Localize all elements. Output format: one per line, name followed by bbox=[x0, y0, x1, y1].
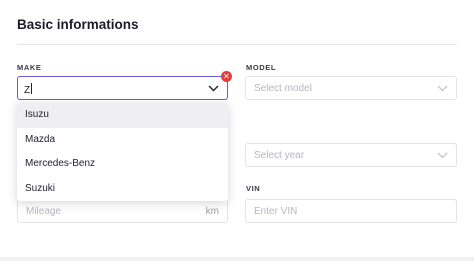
mileage-placeholder: Mileage bbox=[26, 206, 62, 217]
model-select[interactable]: Select model bbox=[245, 76, 457, 100]
clear-icon[interactable]: ✕ bbox=[221, 71, 232, 82]
year-placeholder: Select year bbox=[254, 150, 305, 161]
chevron-down-icon[interactable] bbox=[437, 85, 448, 92]
make-select[interactable]: Z bbox=[17, 76, 228, 100]
vin-label: VIN bbox=[246, 184, 261, 193]
make-option-isuzu[interactable]: Isuzu bbox=[17, 103, 228, 128]
bottom-bar bbox=[0, 257, 474, 261]
make-dropdown-menu: Isuzu Mazda Mercedes-Benz Suzuki bbox=[17, 103, 228, 201]
model-label: MODEL bbox=[246, 63, 277, 72]
vin-placeholder: Enter VIN bbox=[254, 206, 298, 217]
mileage-input[interactable]: Mileage km bbox=[17, 199, 228, 223]
model-placeholder: Select model bbox=[254, 83, 312, 94]
make-label: MAKE bbox=[17, 63, 42, 72]
chevron-down-icon[interactable] bbox=[437, 152, 448, 159]
make-option-mercedes-benz[interactable]: Mercedes-Benz bbox=[17, 152, 228, 177]
year-select[interactable]: Select year bbox=[245, 143, 457, 167]
vin-input[interactable]: Enter VIN bbox=[245, 199, 457, 223]
make-input[interactable]: Z bbox=[24, 82, 33, 96]
section-title: Basic informations bbox=[17, 17, 139, 32]
section-divider bbox=[17, 44, 457, 45]
make-option-suzuki[interactable]: Suzuki bbox=[17, 177, 228, 202]
chevron-down-icon[interactable] bbox=[208, 85, 219, 92]
make-option-mazda[interactable]: Mazda bbox=[17, 128, 228, 153]
mileage-unit: km bbox=[205, 206, 219, 217]
